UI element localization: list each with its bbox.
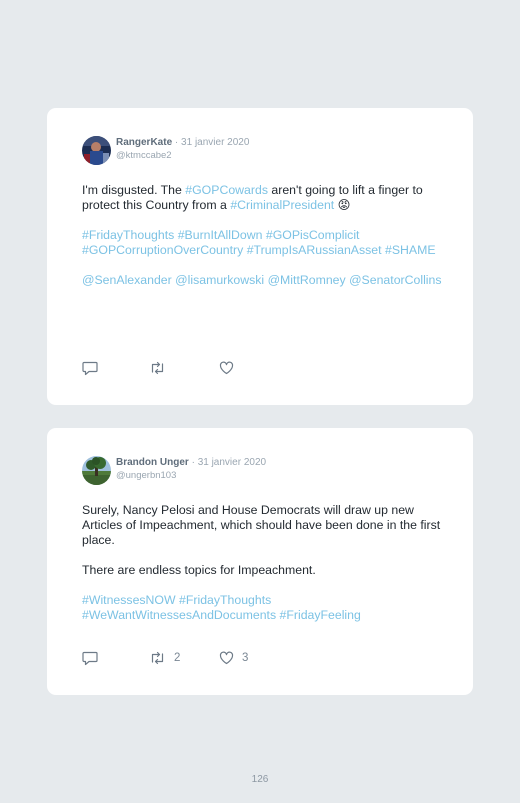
hashtag-link[interactable]: #WitnessesNOW #FridayThoughts #WeWantWit… [82,593,361,622]
tweet-paragraph: #FridayThoughts #BurnItAllDown #GOPisCom… [82,228,442,258]
separator: · [174,137,179,148]
avatar[interactable] [82,136,111,165]
tweet-paragraph: There are endless topics for Impeachment… [82,563,442,578]
tweet-text: Surely, Nancy Pelosi and House Democrats… [82,503,441,547]
heart-icon [219,651,234,665]
tweet-paragraph: @SenAlexander @lisamurkowski @MittRomney… [82,273,442,288]
heart-icon [219,361,234,375]
tweet-actions: 2 3 [82,650,382,666]
tweet-paragraph: Surely, Nancy Pelosi and House Democrats… [82,503,442,548]
hashtag-link[interactable]: #CriminalPresident [230,198,334,212]
hashtag-link[interactable]: #FridayThoughts #BurnItAllDown #GOPisCom… [82,228,436,257]
retweet-count: 2 [174,652,181,664]
tweet-date[interactable]: 31 janvier 2020 [198,457,266,468]
author-handle[interactable]: @ktmccabe2 [116,150,172,161]
retweet-button[interactable] [149,360,174,376]
like-button[interactable]: 3 [219,650,248,666]
retweet-button[interactable]: 2 [149,650,180,666]
tweet-card: Brandon Unger · 31 janvier 2020 @ungerbn… [47,428,473,695]
tweet-text: There are endless topics for Impeachment… [82,563,316,577]
tweet-body: Surely, Nancy Pelosi and House Democrats… [82,503,442,623]
author-name[interactable]: Brandon Unger [116,457,189,468]
reply-button[interactable] [82,650,98,666]
page-number: 126 [251,774,269,785]
author-name[interactable]: RangerKate [116,137,172,148]
reply-button[interactable] [82,360,98,376]
tweet-date[interactable]: 31 janvier 2020 [181,137,249,148]
tweet-text: I'm disgusted. The [82,183,186,197]
author-line: Brandon Unger · 31 janvier 2020 [116,457,266,468]
tweet-card: RangerKate · 31 janvier 2020 @ktmccabe2 … [47,108,473,405]
author-line: RangerKate · 31 janvier 2020 [116,137,249,148]
speech-bubble-icon [82,651,98,666]
like-count: 3 [242,652,249,664]
tweet-text: 😡 [334,198,351,212]
speech-bubble-icon [82,361,98,376]
separator: · [191,457,195,468]
author-handle[interactable]: @ungerbn103 [116,470,176,481]
tweet-header: RangerKate · 31 janvier 2020 @ktmccabe2 [82,136,452,166]
like-button[interactable] [219,360,242,376]
avatar[interactable] [82,456,111,485]
tweet-paragraph: #WitnessesNOW #FridayThoughts #WeWantWit… [82,593,442,623]
retweet-arrows-icon [149,651,166,665]
hashtag-link[interactable]: #GOPCowards [185,183,268,197]
hashtag-link[interactable]: @SenAlexander @lisamurkowski @MittRomney… [82,273,442,287]
tweet-body: I'm disgusted. The #GOPCowards aren't go… [82,183,442,288]
tweet-header: Brandon Unger · 31 janvier 2020 @ungerbn… [82,456,452,486]
retweet-arrows-icon [149,361,166,375]
tweet-paragraph: I'm disgusted. The #GOPCowards aren't go… [82,183,442,213]
tweet-actions [82,360,382,376]
